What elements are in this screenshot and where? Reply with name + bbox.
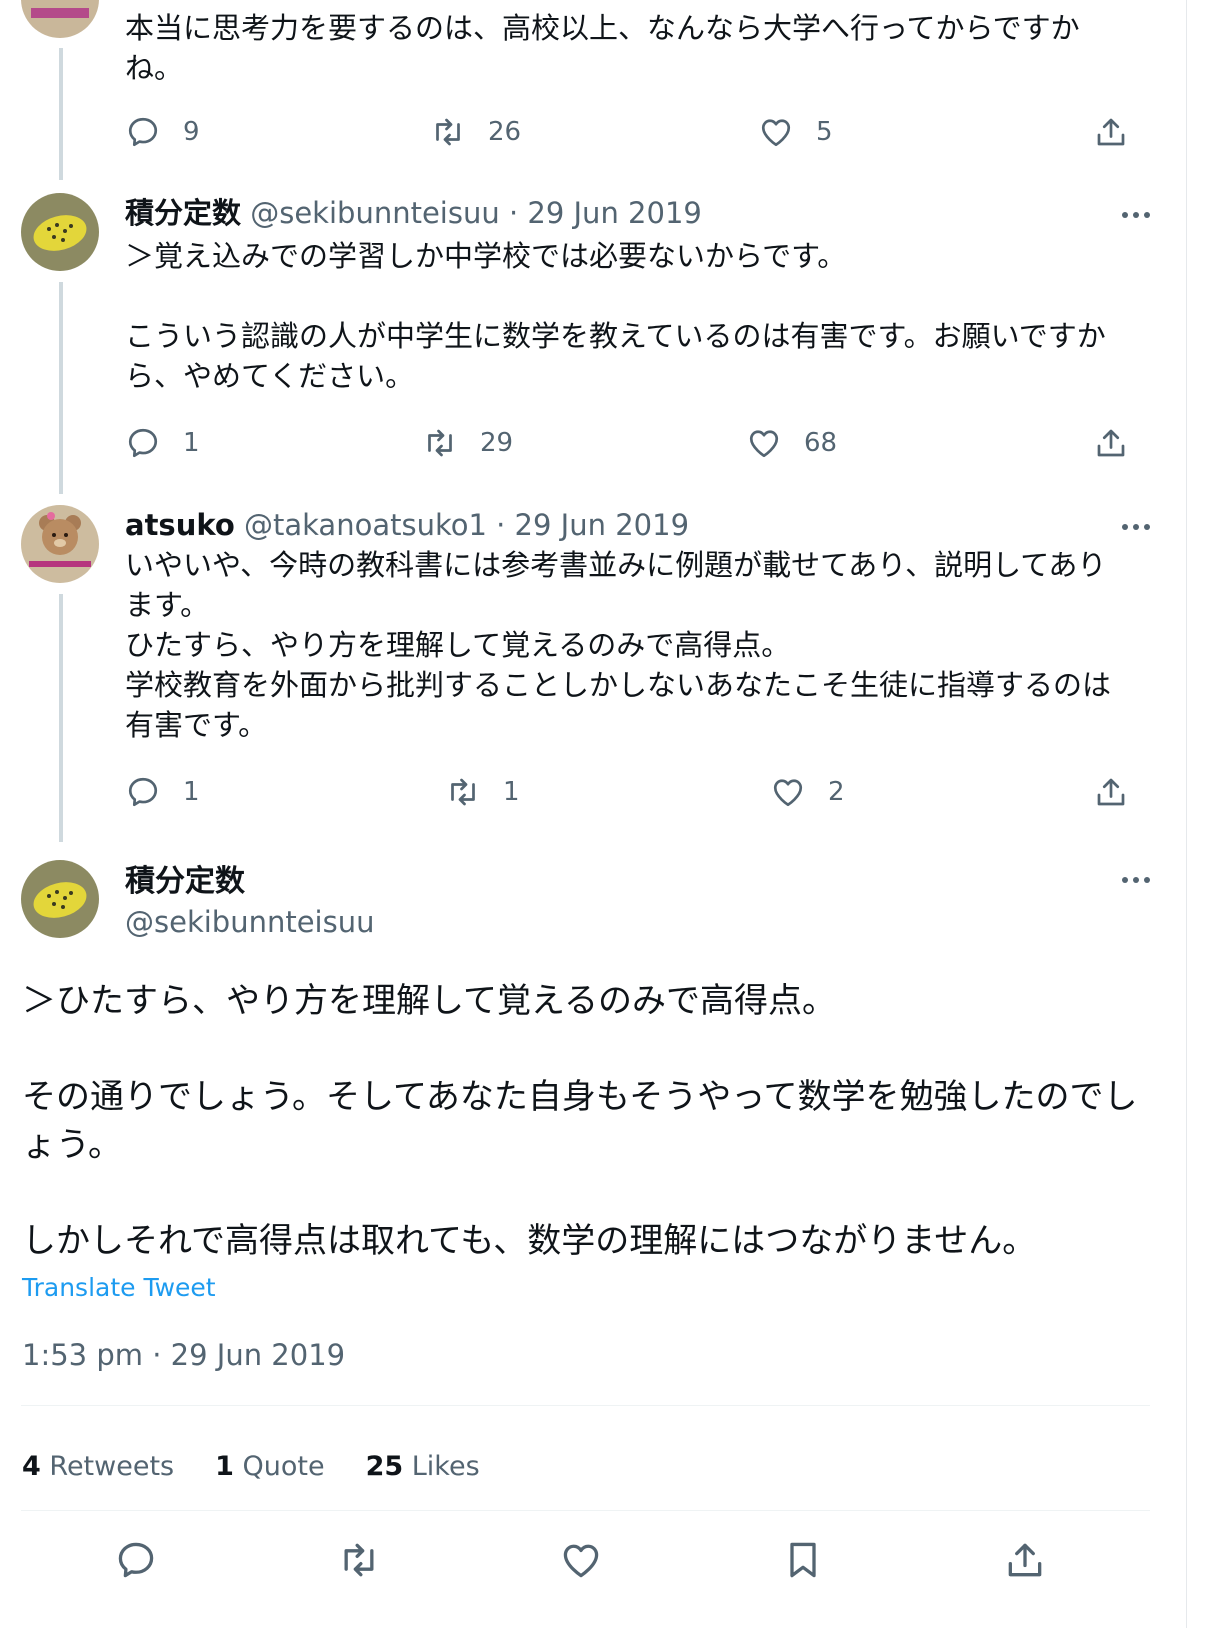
tweet-header: atsuko @takanoatsuko1 · 29 Jun 2019 xyxy=(125,505,689,545)
reply-icon xyxy=(128,777,158,807)
likes-count: 25 xyxy=(365,1451,404,1482)
tweet-date[interactable]: · 29 Jun 2019 xyxy=(496,508,689,542)
user-handle[interactable]: @takanoatsuko1 xyxy=(244,508,487,542)
bookmark-button[interactable] xyxy=(778,1535,828,1585)
reply-count: 1 xyxy=(183,777,200,807)
share-icon xyxy=(1097,429,1125,457)
share-icon xyxy=(1097,118,1125,146)
avatar-atsuko[interactable] xyxy=(21,505,99,583)
reply-count: 1 xyxy=(183,428,200,458)
divider xyxy=(21,1405,1150,1406)
reply-count: 9 xyxy=(183,117,200,147)
share-button[interactable] xyxy=(1000,1535,1050,1585)
thread-line xyxy=(59,48,63,180)
more-button[interactable] xyxy=(1118,517,1154,537)
more-button[interactable] xyxy=(1118,870,1154,890)
reply-button[interactable]: 1 xyxy=(125,772,200,812)
like-button[interactable]: 68 xyxy=(746,423,837,463)
tweet-date[interactable]: · 29 Jun 2019 xyxy=(509,196,702,230)
avatar-sekibunnteisuu-main[interactable] xyxy=(21,860,99,938)
like-icon xyxy=(773,779,803,807)
reply-icon xyxy=(128,428,158,458)
tweet-timestamp[interactable]: 1:53 pm · 29 Jun 2019 xyxy=(22,1335,345,1375)
reply-button[interactable]: 9 xyxy=(125,112,200,152)
retweet-count: 26 xyxy=(488,117,522,147)
retweet-count: 29 xyxy=(480,428,514,458)
tweet-text: 本当に思考力を要するのは、高校以上、なんなら大学へ行ってからですか ね。 xyxy=(125,11,1080,85)
tweet-actions: 1 1 2 xyxy=(125,772,1165,812)
quotes-count: 1 xyxy=(215,1451,234,1482)
main-tweet-text: ＞ひたすら、やり方を理解して覚えるのみで高得点。 その通りでしょう。そしてあなた… xyxy=(22,981,1138,1261)
share-button[interactable] xyxy=(1093,772,1129,812)
user-handle[interactable]: @sekibunnteisuu xyxy=(250,196,500,230)
thread-line xyxy=(59,594,63,842)
likes-stat[interactable]: 25 Likes xyxy=(366,1447,480,1487)
more-icon xyxy=(1122,212,1150,218)
share-button[interactable] xyxy=(1093,112,1129,152)
avatar-image xyxy=(21,860,99,938)
reply-button[interactable] xyxy=(111,1535,161,1585)
tweet-text: いやいや、今時の教科書には参考書並みに例題が載せてあり、説明してあり ます。 ひ… xyxy=(125,548,1112,742)
reply-button[interactable]: 1 xyxy=(125,423,200,463)
retweet-button[interactable]: 1 xyxy=(445,772,520,812)
frame-divider xyxy=(1186,0,1187,1628)
display-name[interactable]: 積分定数 xyxy=(125,196,241,230)
reply-icon xyxy=(118,1542,154,1578)
retweet-button[interactable] xyxy=(334,1535,384,1585)
retweets-stat[interactable]: 4 Retweets xyxy=(22,1447,174,1487)
like-count: 68 xyxy=(804,428,838,458)
share-icon xyxy=(1008,1543,1042,1577)
divider xyxy=(21,1510,1150,1511)
like-icon xyxy=(563,1544,599,1578)
retweet-icon xyxy=(344,1543,374,1577)
bookmark-icon xyxy=(790,1542,816,1578)
main-tweet-actions xyxy=(0,1535,1186,1585)
translate-tweet-link[interactable]: Translate Tweet xyxy=(22,1270,216,1306)
likes-label: Likes xyxy=(411,1451,480,1482)
retweet-icon xyxy=(451,778,475,806)
avatar-atsuko-top[interactable] xyxy=(21,0,99,38)
like-count: 2 xyxy=(828,777,845,807)
avatar-image xyxy=(21,193,99,271)
avatar-image xyxy=(21,0,99,38)
more-button[interactable] xyxy=(1118,205,1154,225)
like-icon xyxy=(761,119,791,147)
quotes-label: Quote xyxy=(242,1451,325,1482)
avatar-image xyxy=(21,505,99,583)
like-icon xyxy=(749,430,779,458)
like-button[interactable]: 5 xyxy=(758,112,833,152)
avatar-sekibunnteisuu[interactable] xyxy=(21,193,99,271)
tweet-actions: 9 26 5 xyxy=(125,112,1165,152)
main-user-handle[interactable]: @sekibunnteisuu xyxy=(125,902,375,942)
tweet-text: ＞覚え込みでの学習しか中学校では必要ないからです。 こういう認識の人が中学生に数… xyxy=(125,239,1106,393)
tweet-actions: 1 29 68 xyxy=(125,423,1165,463)
share-button[interactable] xyxy=(1093,423,1129,463)
reply-icon xyxy=(128,117,158,147)
quotes-stat[interactable]: 1 Quote xyxy=(215,1447,324,1487)
tweet-stats: 4 Retweets 1 Quote 25 Likes xyxy=(22,1447,521,1487)
more-icon xyxy=(1122,877,1150,883)
retweet-button[interactable]: 26 xyxy=(430,112,521,152)
retweet-icon xyxy=(428,429,452,457)
share-icon xyxy=(1097,778,1125,806)
like-button[interactable]: 2 xyxy=(770,772,845,812)
thread-line xyxy=(59,282,63,494)
retweets-count: 4 xyxy=(22,1451,41,1482)
main-display-name[interactable]: 積分定数 xyxy=(125,862,245,902)
retweet-button[interactable]: 29 xyxy=(422,423,513,463)
like-button[interactable] xyxy=(556,1535,606,1585)
retweets-label: Retweets xyxy=(49,1451,175,1482)
display-name[interactable]: atsuko xyxy=(125,508,235,542)
retweet-icon xyxy=(436,118,460,146)
like-count: 5 xyxy=(816,117,833,147)
retweet-count: 1 xyxy=(503,777,520,807)
more-icon xyxy=(1122,524,1150,530)
tweet-header: 積分定数 @sekibunnteisuu · 29 Jun 2019 xyxy=(125,193,702,233)
